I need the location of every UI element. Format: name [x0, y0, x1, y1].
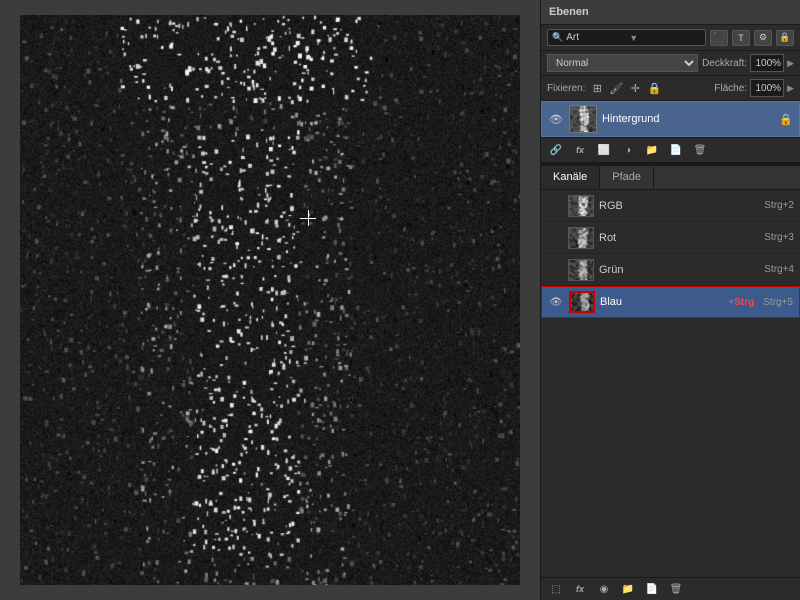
delete-layer-icon[interactable]: 🗑: [691, 142, 709, 158]
flaeche-label: Fläche:: [714, 83, 747, 94]
channel-rot-eye[interactable]: [547, 230, 563, 246]
flaeche-group: Fläche: ▶: [714, 79, 794, 97]
flaeche-input[interactable]: [750, 79, 784, 97]
channels-section: Kanäle Pfade RGB Strg+2 Rot Strg+3: [541, 166, 800, 600]
channel-dotted-icon[interactable]: ⬚: [547, 581, 565, 597]
tab-kanale[interactable]: Kanäle: [541, 166, 600, 189]
canvas-area: [0, 0, 540, 600]
fix-row: Fixieren: ⊞ 🖌 ✛ 🔒 Fläche: ▶: [541, 76, 800, 101]
channel-blau-thumb: [569, 291, 595, 313]
search-box[interactable]: 🔍 ▼: [547, 29, 706, 46]
layer-item[interactable]: 👁 Hintergrund 🔒: [541, 101, 800, 137]
fix-icons: ⊞ 🖌 ✛ 🔒: [589, 80, 710, 96]
layer-search-input[interactable]: [566, 32, 626, 43]
adjustment-icon[interactable]: ◑: [619, 142, 637, 158]
blend-mode-select[interactable]: Normal: [547, 54, 698, 72]
channel-blau-name: Blau: [600, 296, 723, 308]
flaeche-arrow: ▶: [787, 83, 794, 94]
channel-gruen-eye[interactable]: [547, 262, 563, 278]
tab-pfade[interactable]: Pfade: [600, 166, 654, 189]
main-canvas: [20, 15, 520, 585]
channel-gruen-name: Grün: [599, 264, 759, 276]
layer-thumbnail: [569, 105, 597, 133]
opacity-input[interactable]: [750, 54, 784, 72]
channel-delete-icon[interactable]: 🗑: [667, 581, 685, 597]
layer-lock-icon: 🔒: [779, 113, 793, 126]
channel-rgb-eye[interactable]: [547, 198, 563, 214]
fix-all-icon[interactable]: 🔒: [646, 80, 662, 96]
channel-gruen-thumb: [568, 259, 594, 281]
layer-name: Hintergrund: [602, 113, 774, 125]
folder-icon[interactable]: 📁: [643, 142, 661, 158]
fix-position-icon[interactable]: ⊞: [589, 80, 605, 96]
link-icon[interactable]: 🔗: [547, 142, 565, 158]
channel-blau-shortcut: +Strg: [728, 297, 754, 308]
channel-rgb[interactable]: RGB Strg+2: [541, 190, 800, 222]
channel-blau-eye[interactable]: 👁: [548, 294, 564, 310]
channel-rot-name: Rot: [599, 232, 759, 244]
right-panel: Ebenen 🔍 ▼ ⬛ T ⚙ 🔒 Normal Deckkraft: ▶: [540, 0, 800, 600]
opacity-label: Deckkraft:: [702, 58, 747, 69]
channel-blau[interactable]: 👁 Blau +Strg Strg+5: [541, 286, 800, 318]
channel-blau-shortcut2: Strg+5: [763, 297, 793, 308]
channel-fx-icon[interactable]: fx: [571, 581, 589, 597]
channel-gruen[interactable]: Grün Strg+4: [541, 254, 800, 286]
fx-icon[interactable]: fx: [571, 142, 589, 158]
panel-header: Ebenen: [541, 0, 800, 25]
layer-filter-btn3[interactable]: ⚙: [754, 30, 772, 46]
layer-filter-btn1[interactable]: ⬛: [710, 30, 728, 46]
fix-paint-icon[interactable]: 🖌: [608, 80, 624, 96]
search-icon: 🔍: [552, 32, 563, 43]
channel-folder-icon[interactable]: 📁: [619, 581, 637, 597]
channel-gruen-shortcut: Strg+4: [764, 264, 794, 275]
opacity-arrow: ▶: [787, 58, 794, 69]
channels-tabs: Kanäle Pfade: [541, 166, 800, 190]
channel-new-icon[interactable]: 📄: [643, 581, 661, 597]
channel-rgb-name: RGB: [599, 200, 759, 212]
channel-rgb-thumb: [568, 195, 594, 217]
mask-icon[interactable]: ⬜: [595, 142, 613, 158]
channel-rot-shortcut: Strg+3: [764, 232, 794, 243]
blend-row: Normal Deckkraft: ▶: [541, 51, 800, 76]
new-layer-icon[interactable]: 📄: [667, 142, 685, 158]
channel-rot-thumb: [568, 227, 594, 249]
layers-section: Ebenen 🔍 ▼ ⬛ T ⚙ 🔒 Normal Deckkraft: ▶: [541, 0, 800, 162]
dropdown-arrow: ▼: [629, 33, 638, 43]
channels-bottom-toolbar: ⬚ fx ◉ 📁 📄 🗑: [541, 577, 800, 600]
fix-move-icon[interactable]: ✛: [627, 80, 643, 96]
channel-mask-icon[interactable]: ◉: [595, 581, 613, 597]
layer-filter-btn4[interactable]: 🔒: [776, 30, 794, 46]
fix-label: Fixieren:: [547, 83, 585, 94]
layers-bottom-toolbar: 🔗 fx ⬜ ◑ 📁 📄 🗑: [541, 137, 800, 162]
opacity-group: Deckkraft: ▶: [702, 54, 794, 72]
channel-rot[interactable]: Rot Strg+3: [541, 222, 800, 254]
layers-toolbar: 🔍 ▼ ⬛ T ⚙ 🔒: [541, 25, 800, 51]
layer-eye-toggle[interactable]: 👁: [548, 111, 564, 127]
channel-rgb-shortcut: Strg+2: [764, 200, 794, 211]
layer-filter-btn2[interactable]: T: [732, 30, 750, 46]
